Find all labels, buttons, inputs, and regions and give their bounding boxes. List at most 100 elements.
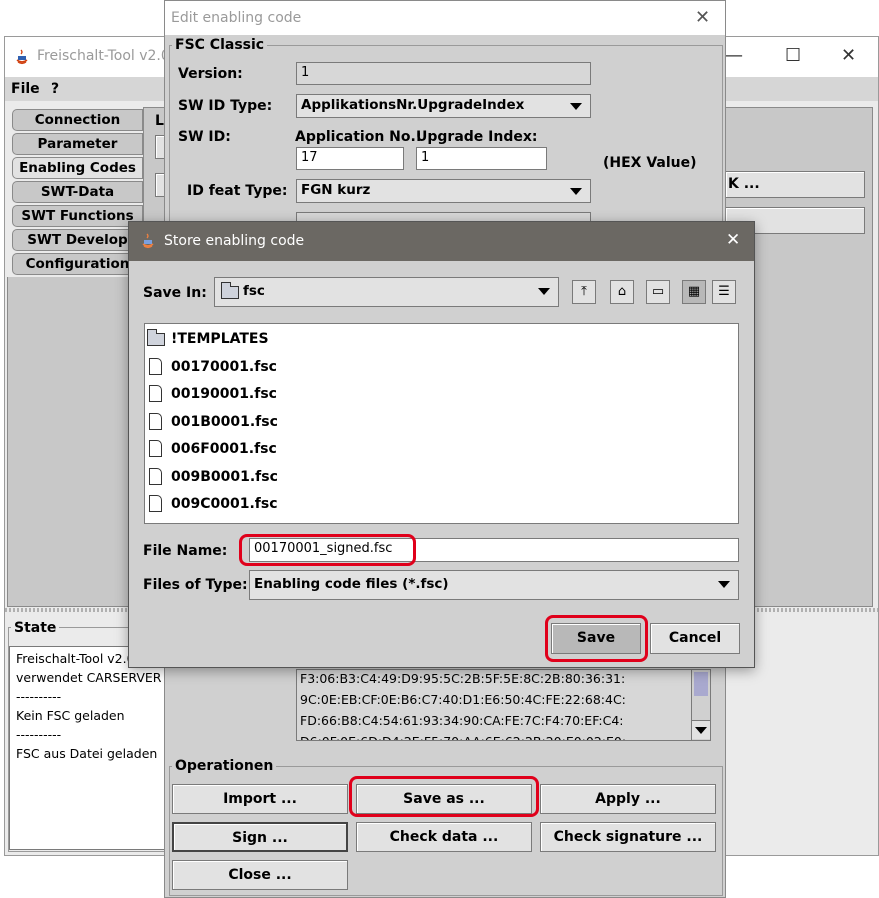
edit-dialog-close-button[interactable]: ✕ — [695, 7, 710, 28]
file-icon — [149, 467, 162, 485]
apply-button[interactable]: Apply ... — [540, 784, 716, 814]
import-button[interactable]: Import ... — [172, 784, 348, 814]
list-item[interactable]: !TEMPLATES — [145, 326, 738, 354]
folder-icon — [146, 329, 165, 346]
chevron-down-icon — [570, 188, 582, 195]
list-item[interactable]: 001B0001.fsc — [145, 409, 738, 437]
scroll-down-button[interactable] — [692, 720, 710, 739]
hex-value-label: (HEX Value) — [603, 155, 697, 171]
close-button[interactable]: Close ... — [172, 860, 348, 890]
tab-parameter[interactable]: Parameter — [12, 133, 143, 155]
file-name: 009B0001.fsc — [171, 468, 278, 485]
hex-lines: F3:06:B3:C4:49:D9:95:5C:2B:5F:5E:8C:2B:8… — [300, 670, 690, 740]
sign-button[interactable]: Sign ... — [172, 822, 348, 852]
details-view-icon[interactable]: ☰ — [712, 280, 736, 304]
file-icon — [149, 385, 162, 402]
save-as-highlight — [349, 776, 539, 817]
files-of-type-select[interactable]: Enabling code files (*.fsc) — [249, 570, 739, 600]
state-line: FSC aus Datei geladen — [16, 746, 158, 761]
menu-file[interactable]: File — [11, 81, 40, 97]
hex-line: F3:06:B3:C4:49:D9:95:5C:2B:5F:5E:8C:2B:8… — [300, 671, 626, 686]
file-icon — [149, 440, 162, 457]
store-enabling-code-dialog: Store enabling code ✕ Save In: fsc ⤒ ⌂ ▭… — [128, 221, 755, 668]
file-name: 001B0001.fsc — [171, 413, 278, 430]
state-line: ---------- — [16, 727, 62, 742]
state-label: State — [11, 620, 60, 636]
files-of-type-value: Enabling code files (*.fsc) — [254, 576, 449, 592]
menu-help[interactable]: ? — [51, 81, 59, 97]
file-name: 00190001.fsc — [171, 386, 277, 402]
list-item[interactable]: 009B0001.fsc — [145, 464, 738, 492]
group-label-partial: L — [155, 113, 164, 129]
version-label: Version: — [178, 66, 243, 82]
chevron-down-icon — [695, 727, 707, 734]
save-button-highlight — [545, 615, 648, 662]
right-action-button[interactable]: K ... — [725, 171, 865, 198]
edit-dialog-title: Edit enabling code — [171, 10, 302, 26]
tab-swt-develop[interactable]: SWT Develop — [12, 229, 143, 251]
id-feat-type-select[interactable]: FGN kurz — [296, 179, 591, 203]
file-name: !TEMPLATES — [171, 331, 269, 347]
file-icon — [149, 357, 162, 375]
state-textarea[interactable]: Freischalt-Tool v2.0 verwendet CARSERVER… — [9, 646, 173, 850]
file-icon — [149, 412, 162, 430]
chevron-down-icon — [570, 103, 582, 110]
hex-line: D6:0F:0E:6D:D4:2E:F5:70:AA:6E:62:2B:20:E… — [300, 731, 690, 740]
state-line: Kein FSC geladen — [16, 708, 125, 723]
list-item[interactable]: 00190001.fsc — [145, 381, 738, 409]
operations-label: Operationen — [172, 758, 277, 774]
check-data-button[interactable]: Check data ... — [356, 822, 532, 852]
folder-icon — [220, 282, 239, 299]
store-dialog-close-button[interactable]: ✕ — [726, 230, 740, 250]
edit-dialog-titlebar[interactable]: Edit enabling code ✕ — [165, 1, 725, 35]
file-name: 009C0001.fsc — [171, 496, 278, 512]
scrollbar-thumb[interactable] — [694, 672, 708, 696]
id-feat-type-value: FGN kurz — [301, 182, 371, 198]
cancel-button[interactable]: Cancel — [650, 623, 740, 654]
main-window-title: Freischalt-Tool v2.0 — [37, 48, 170, 64]
chevron-down-icon — [538, 288, 550, 295]
list-view-icon[interactable]: ▦ — [682, 280, 706, 304]
application-no-input[interactable]: 17 — [296, 147, 404, 170]
list-item[interactable]: 009C0001.fsc — [145, 491, 738, 519]
tab-connection[interactable]: Connection — [12, 109, 143, 131]
application-no-label: Application No.: — [295, 129, 422, 145]
hex-scrollbar[interactable] — [691, 670, 710, 740]
tab-enabling-codes[interactable]: Enabling Codes — [12, 157, 143, 179]
up-folder-icon[interactable]: ⤒ — [572, 280, 596, 304]
sw-id-type-select[interactable]: ApplikationsNr.UpgradeIndex — [296, 94, 591, 118]
store-dialog-titlebar[interactable]: Store enabling code ✕ — [129, 222, 754, 261]
upgrade-index-input[interactable]: 1 — [416, 147, 547, 170]
check-signature-button[interactable]: Check signature ... — [540, 822, 716, 852]
file-name-highlight — [239, 534, 416, 566]
new-folder-icon[interactable]: ▭ — [646, 280, 670, 304]
upgrade-index-label: Upgrade Index: — [416, 129, 538, 145]
file-list[interactable]: !TEMPLATES 00170001.fsc 00190001.fsc 001… — [144, 323, 739, 524]
hex-line: 9C:0E:EB:CF:0E:B6:C7:40:D1:E6:50:4C:FE:2… — [300, 692, 626, 707]
save-in-label: Save In: — [143, 285, 207, 301]
main-close-button[interactable]: ✕ — [841, 45, 856, 66]
sw-id-type-value: ApplikationsNr.UpgradeIndex — [301, 97, 525, 113]
store-dialog-title: Store enabling code — [164, 233, 305, 249]
hex-line: FD:66:B8:C4:54:61:93:34:90:CA:FE:7C:F4:7… — [300, 713, 624, 728]
tab-swt-functions[interactable]: SWT Functions — [12, 205, 143, 227]
file-icon — [149, 495, 162, 512]
signature-hex-textarea[interactable]: F3:06:B3:C4:49:D9:95:5C:2B:5F:5E:8C:2B:8… — [296, 669, 711, 741]
home-icon[interactable]: ⌂ — [610, 280, 634, 304]
save-in-value: fsc — [243, 283, 265, 299]
maximize-button[interactable]: ☐ — [785, 45, 801, 66]
files-of-type-label: Files of Type: — [143, 577, 248, 593]
chevron-down-icon — [718, 581, 730, 588]
minimize-button[interactable]: — — [725, 45, 743, 66]
save-in-select[interactable]: fsc — [214, 277, 559, 307]
state-line: verwendet CARSERVER — [16, 670, 162, 685]
list-item[interactable]: 00170001.fsc — [145, 354, 738, 382]
list-item[interactable]: 006F0001.fsc — [145, 436, 738, 464]
java-icon — [16, 49, 28, 65]
tab-configuration[interactable]: Configuration — [12, 253, 143, 275]
version-field[interactable]: 1 — [296, 62, 591, 85]
file-name: 006F0001.fsc — [171, 441, 277, 457]
file-name: 00170001.fsc — [171, 358, 277, 375]
sw-id-label: SW ID: — [178, 129, 231, 145]
tab-swt-data[interactable]: SWT-Data — [12, 181, 143, 203]
